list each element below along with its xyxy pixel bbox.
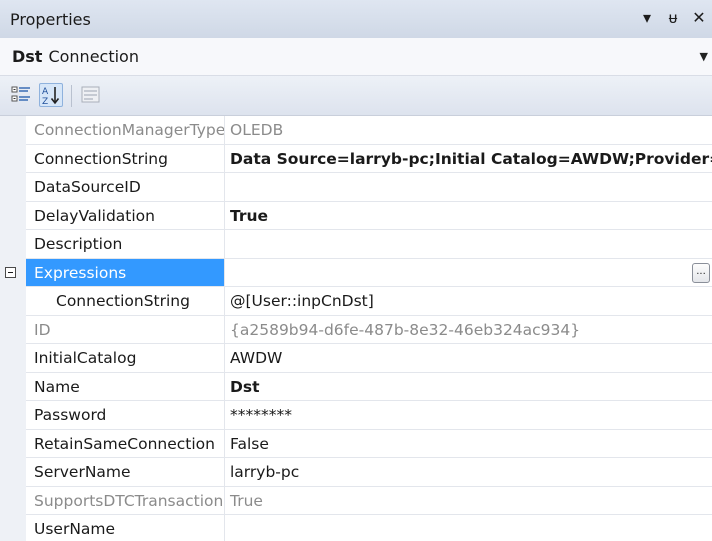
auto-hide-pin-icon[interactable]: ᵾ [664, 8, 682, 28]
property-name: ConnectionManagerType [26, 116, 225, 145]
svg-text:A: A [42, 87, 49, 97]
window-position-dropdown-icon[interactable]: ▾ [638, 8, 656, 28]
property-name: ConnectionString [26, 144, 225, 173]
property-row[interactable]: InitialCatalog AWDW [0, 344, 712, 373]
property-value[interactable]: False [225, 430, 712, 458]
property-name: RetainSameConnection [26, 429, 225, 458]
property-row-expressions[interactable]: Expressions ... [0, 258, 712, 287]
collapse-icon[interactable] [5, 266, 16, 278]
categorized-icon [11, 86, 30, 102]
alphabetical-sort-icon: A Z [42, 87, 60, 107]
property-value[interactable]: Data Source=larryb-pc;Initial Catalog=AW… [225, 145, 712, 173]
property-row[interactable]: ConnectionString Data Source=larryb-pc;I… [0, 144, 712, 173]
row-gutter [0, 201, 26, 230]
property-row[interactable]: UserName [0, 515, 712, 541]
property-name: InitialCatalog [26, 344, 225, 373]
ellipsis-button[interactable]: ... [692, 262, 710, 283]
property-pages-button[interactable] [79, 83, 103, 107]
row-gutter [0, 144, 26, 173]
property-value[interactable]: larryb-pc [225, 458, 712, 487]
window-title: Properties [10, 9, 91, 29]
row-gutter [0, 287, 26, 316]
row-gutter [0, 458, 26, 487]
property-value: {a2589b94-d6fe-487b-8e32-46eb324ac934} [225, 316, 712, 344]
property-grid: ConnectionManagerType OLEDB ConnectionSt… [0, 116, 712, 541]
property-value[interactable] [225, 259, 712, 287]
property-value[interactable] [225, 230, 712, 259]
object-selector[interactable]: Dst Connection ▼ [0, 38, 712, 76]
property-value[interactable]: Dst [225, 373, 712, 401]
property-row[interactable]: Password ******** [0, 401, 712, 430]
property-value[interactable] [225, 515, 712, 541]
window-controls: ▾ ᵾ ✕ [638, 8, 708, 28]
row-gutter [0, 315, 26, 344]
object-name: Dst [12, 47, 43, 66]
object-type: Connection [48, 47, 139, 66]
alphabetical-button[interactable]: A Z [39, 83, 63, 107]
property-name: ID [26, 315, 225, 344]
row-gutter [0, 372, 26, 401]
property-row[interactable]: ID {a2589b94-d6fe-487b-8e32-46eb324ac934… [0, 315, 712, 344]
property-row-child[interactable]: ConnectionString @[User::inpCnDst] [0, 287, 712, 316]
property-row[interactable]: RetainSameConnection False [0, 429, 712, 458]
property-row[interactable]: Name Dst [0, 372, 712, 401]
categorized-button[interactable] [10, 83, 34, 107]
row-gutter [0, 515, 26, 541]
property-value[interactable] [225, 173, 712, 202]
property-value: OLEDB [225, 116, 712, 145]
property-name: ConnectionString [26, 287, 225, 316]
row-gutter [0, 116, 26, 145]
property-pages-icon [81, 86, 100, 103]
property-name: Password [26, 401, 225, 430]
property-row[interactable]: Description [0, 230, 712, 259]
row-gutter [0, 429, 26, 458]
property-name: DataSourceID [26, 173, 225, 202]
property-name: Expressions [26, 258, 225, 287]
property-row[interactable]: ServerName larryb-pc [0, 458, 712, 487]
property-value[interactable]: AWDW [225, 344, 712, 373]
property-name: UserName [26, 515, 225, 541]
property-row[interactable]: DataSourceID [0, 173, 712, 202]
property-value[interactable]: ******** [225, 401, 712, 430]
title-bar: Properties ▾ ᵾ ✕ [0, 0, 712, 38]
row-gutter [0, 344, 26, 373]
chevron-down-icon[interactable]: ▼ [700, 50, 708, 63]
property-name: Description [26, 230, 225, 259]
property-row[interactable]: DelayValidation True [0, 201, 712, 230]
property-name: ServerName [26, 458, 225, 487]
close-icon[interactable]: ✕ [690, 8, 708, 28]
property-name: DelayValidation [26, 201, 225, 230]
row-gutter [0, 401, 26, 430]
property-value[interactable]: True [225, 202, 712, 230]
property-value[interactable]: @[User::inpCnDst] [225, 287, 712, 316]
row-gutter [0, 486, 26, 515]
svg-text:Z: Z [42, 97, 48, 106]
property-row[interactable]: ConnectionManagerType OLEDB [0, 116, 712, 145]
toolbar-separator [71, 85, 72, 107]
row-gutter [0, 258, 26, 287]
row-gutter [0, 230, 26, 259]
property-value: True [225, 487, 712, 515]
property-name: SupportsDTCTransactions [26, 486, 225, 515]
property-row[interactable]: SupportsDTCTransactions True [0, 486, 712, 515]
row-gutter [0, 173, 26, 202]
property-name: Name [26, 372, 225, 401]
properties-window: Properties ▾ ᵾ ✕ Dst Connection ▼ A Z Co… [0, 0, 712, 541]
properties-toolbar: A Z [0, 76, 712, 116]
